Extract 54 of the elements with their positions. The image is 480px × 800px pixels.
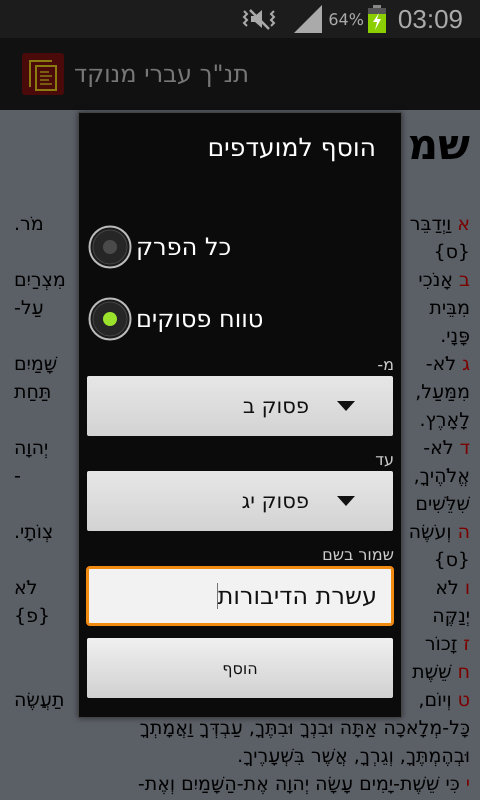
verse-text: ג לֹא- <box>426 353 470 375</box>
verse-text: {ס} <box>433 549 470 571</box>
verse-text: כָּל-מְלָאכָה אַתָּה וּבִנְךָ וּבִתֶּךָ, עַבְדְּךָ וַאֲמָתְךָ <box>140 717 470 739</box>
verse-text: וּבְהֶמְתֶּךָ, וְגֵרְךָ, אֲשֶׁר בִּשְׁעָרֶיךָ. <box>237 745 470 767</box>
radio-label[interactable]: טווח פסוקים <box>136 305 264 333</box>
caret-icon <box>337 401 355 411</box>
mute-vibrate-icon <box>242 7 276 31</box>
verse-text: תַעֲשֶׂה <box>14 689 64 711</box>
verse-text: ז זָכוֹר <box>424 633 470 655</box>
field-label: מ- <box>377 355 394 374</box>
verse-text: מִצְרַיִם <box>14 269 66 291</box>
signal-icon <box>294 5 322 33</box>
verse-text: {פ} <box>14 605 50 627</box>
verse-text: תַּחַת <box>14 381 52 403</box>
verse-text: - <box>14 465 21 487</box>
verse-text: יְנַקֶּה <box>432 605 470 627</box>
verse-text: עַל- <box>14 297 44 319</box>
battery-percent: 64% <box>328 10 364 28</box>
clock: 03:09 <box>398 4 463 34</box>
verse-text: צְוֺתָי. <box>14 521 54 543</box>
caret-icon <box>337 496 355 506</box>
radio-button[interactable] <box>88 225 132 269</box>
verse-dropdown[interactable]: פסוק יג <box>87 471 393 531</box>
name-input-field[interactable]: עשרת הדיבורות <box>86 566 394 626</box>
verse-text: ב אָנֹכִי <box>418 269 470 291</box>
battery-charging-icon <box>368 5 386 33</box>
verse-text: ו לֹא <box>435 577 470 599</box>
verse-text: מִבֵּית <box>429 297 470 319</box>
dialog-title: הוסף למועדפים <box>208 133 376 162</box>
verse-text: ד לֹא- <box>423 437 470 459</box>
radio-button[interactable] <box>88 297 132 341</box>
verse-text: מִמַּעַל, <box>415 381 470 403</box>
verse-dropdown[interactable]: פסוק ב <box>87 376 393 436</box>
verse-text: ט וְיוֹם, <box>418 689 470 711</box>
verse-text: ה וְעֹשֶׂה <box>408 521 470 543</box>
verse-text: מֹר. <box>14 213 44 235</box>
verse-text: {ס} <box>433 241 470 263</box>
verse-text: י כִּי שֵׁשֶׁת-יָמִים עָשָׂה יְהוָה אֶת-הַשָּׁמַיִם וְאֶת- <box>138 773 470 795</box>
verse-text: יְהוָה <box>14 437 48 459</box>
verse-text: א וַיְדַבֵּר <box>410 213 470 235</box>
verse-text: לָאָרֶץ. <box>419 409 470 431</box>
add-button[interactable]: הוסף <box>87 638 393 698</box>
verse-text: אֱלֹהֶיךָ, <box>414 465 470 487</box>
field-label: שמור בשם <box>322 545 394 564</box>
verse-text: שָּׁמַיִם <box>14 353 58 375</box>
chapter-heading: שמ <box>408 120 470 168</box>
verse-text: ח שֵׁשֶׁת <box>412 661 470 683</box>
verse-text: לֹא <box>14 577 38 599</box>
app-title: תנ"ך עברי מנוקד <box>74 60 249 88</box>
field-label: עד <box>375 450 394 469</box>
radio-label[interactable]: כל הפרק <box>136 233 232 261</box>
app-icon[interactable] <box>22 53 64 95</box>
verse-text: שִׁלֵּשִׁים <box>415 493 470 515</box>
verse-text: פָּנָי. <box>440 325 470 347</box>
